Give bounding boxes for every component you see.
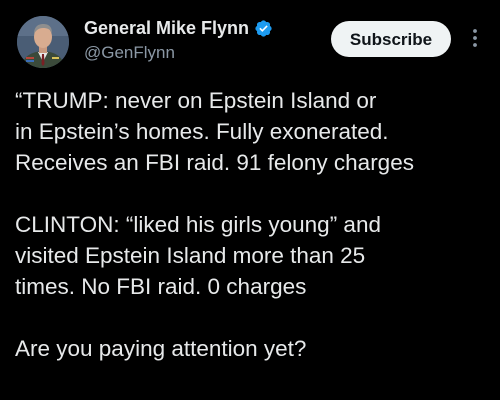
tweet-paragraph: CLINTON: “liked his girls young” and vis…: [15, 209, 490, 302]
verified-badge-icon[interactable]: [254, 19, 273, 38]
tweet-text: “TRUMP: never on Epstein Island or in Ep…: [15, 85, 490, 364]
tweet-line: CLINTON: “liked his girls young” and: [15, 212, 381, 237]
avatar-portrait-icon: [17, 16, 69, 68]
tweet-card: General Mike Flynn @GenFlynn Subscribe “…: [0, 0, 500, 400]
tweet-line: Are you paying attention yet?: [15, 336, 307, 361]
tweet-paragraph: “TRUMP: never on Epstein Island or in Ep…: [15, 85, 490, 178]
author-display-name[interactable]: General Mike Flynn: [84, 18, 249, 39]
subscribe-button[interactable]: Subscribe: [331, 21, 451, 57]
avatar[interactable]: [17, 16, 69, 68]
author-name-row: General Mike Flynn: [84, 15, 273, 41]
tweet-line: Receives an FBI raid. 91 felony charges: [15, 150, 414, 175]
author-info: General Mike Flynn @GenFlynn: [84, 15, 273, 63]
tweet-line: times. No FBI raid. 0 charges: [15, 274, 307, 299]
tweet-line: visited Epstein Island more than 25: [15, 243, 366, 268]
tweet-paragraph: Are you paying attention yet?: [15, 333, 490, 364]
author-handle[interactable]: @GenFlynn: [84, 43, 273, 63]
tweet-line: “TRUMP: never on Epstein Island or: [15, 88, 377, 113]
tweet-line: in Epstein’s homes. Fully exonerated.: [15, 119, 389, 144]
more-options-icon[interactable]: [463, 26, 487, 50]
